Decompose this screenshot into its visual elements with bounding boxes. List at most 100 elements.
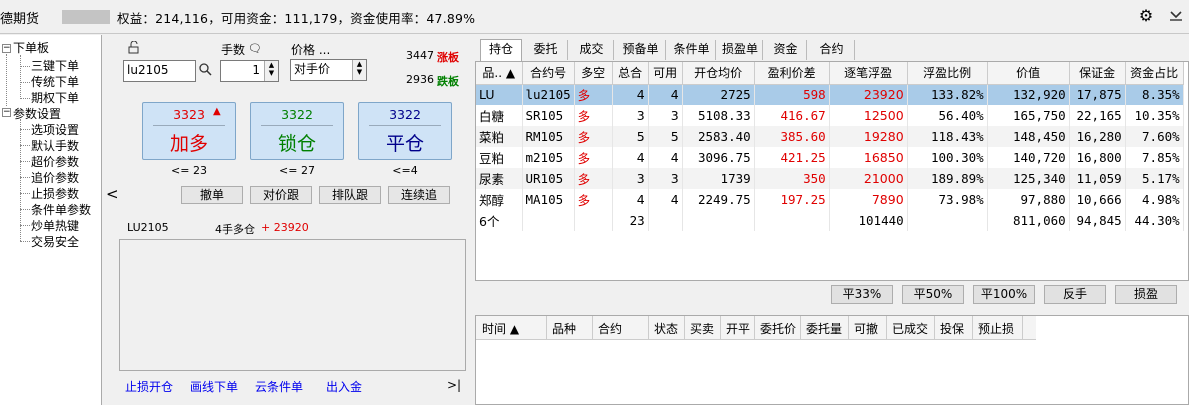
comment-icon[interactable]: 🗨 bbox=[248, 42, 262, 55]
tree-item-default-lots[interactable]: 默认手数 bbox=[31, 137, 79, 154]
cloud-condition-link[interactable]: 云条件单 bbox=[255, 378, 303, 395]
stop-profit-button[interactable]: 损盈 bbox=[1115, 285, 1177, 304]
follow-queue-button[interactable]: 排队跟 bbox=[319, 186, 381, 204]
table-cell: 416.67 bbox=[754, 105, 830, 126]
tree-item-overprice-params[interactable]: 超价参数 bbox=[31, 153, 79, 170]
orders-column-header[interactable]: 状态 bbox=[654, 320, 678, 337]
stoploss-open-link[interactable]: 止损开仓 bbox=[125, 378, 173, 395]
chevron-down-icon[interactable] bbox=[1166, 6, 1186, 26]
tree-item-three-key-order[interactable]: 三键下单 bbox=[31, 57, 79, 74]
orders-column-header[interactable]: 买卖 bbox=[690, 320, 714, 337]
column-header[interactable]: 资金占比 bbox=[1125, 62, 1184, 85]
table-cell: 165,750 bbox=[987, 105, 1070, 126]
price-stepper[interactable]: ▲ ▼ bbox=[352, 60, 366, 80]
table-cell: 21000 bbox=[829, 168, 908, 189]
tab-orders[interactable]: 委托 bbox=[524, 40, 568, 60]
total-cell bbox=[648, 210, 683, 231]
table-cell: 12500 bbox=[829, 105, 908, 126]
table-row[interactable]: 豆粕 m2105 多 4 4 3096.75 421.25 16850 100.30% 140,7… bbox=[476, 147, 1184, 168]
reverse-button[interactable]: 反手 bbox=[1044, 285, 1106, 304]
column-header[interactable]: 品.. ▲ bbox=[476, 62, 523, 85]
table-row[interactable]: 菜粕 RM105 多 5 5 2583.40 385.60 19280 118.43% 148,4… bbox=[476, 126, 1184, 147]
table-cell: 16,800 bbox=[1069, 147, 1126, 168]
table-row[interactable]: LU lu2105 多 4 4 2725 598 23920 133.82% 132,920 17,… bbox=[476, 84, 1184, 105]
orders-column-header[interactable]: 委托量 bbox=[806, 320, 842, 337]
total-cell bbox=[907, 210, 988, 231]
tree-item-condition-params[interactable]: 条件单参数 bbox=[31, 201, 91, 218]
total-row: 6个 23 101440 811,060 94,845 44.30% bbox=[476, 210, 1184, 231]
tab-funds[interactable]: 资金 bbox=[765, 40, 807, 60]
collapse-left-icon[interactable]: < bbox=[106, 185, 119, 203]
orders-column-header[interactable]: 投保 bbox=[940, 320, 964, 337]
lock-position-button[interactable]: 3322 锁仓 bbox=[250, 102, 344, 160]
close-50-button[interactable]: 平50% bbox=[902, 285, 964, 304]
lock-icon[interactable] bbox=[127, 40, 141, 57]
column-header[interactable]: 逐笔浮盈 bbox=[829, 62, 908, 85]
funds-transfer-link[interactable]: 出入金 bbox=[326, 378, 362, 395]
column-header[interactable]: 多空 bbox=[574, 62, 613, 85]
tree-item-option-order[interactable]: 期权下单 bbox=[31, 89, 79, 106]
continuous-chase-button[interactable]: 连续追 bbox=[388, 186, 450, 204]
orders-column-header[interactable]: 时间 ▲ bbox=[482, 320, 519, 337]
orders-column-header[interactable]: 合约 bbox=[598, 320, 622, 337]
orders-column-header[interactable]: 开平 bbox=[726, 320, 750, 337]
column-header[interactable]: 保证金 bbox=[1069, 62, 1126, 85]
collapse-toggle-icon[interactable]: − bbox=[2, 44, 11, 53]
column-header[interactable]: 价值 bbox=[987, 62, 1070, 85]
column-header[interactable]: 合约号 bbox=[522, 62, 575, 85]
close-100-button[interactable]: 平100% bbox=[973, 285, 1035, 304]
table-cell: 5108.33 bbox=[682, 105, 755, 126]
add-long-button[interactable]: 3323 ▲ 加多 bbox=[142, 102, 236, 160]
follow-opposite-button[interactable]: 对价跟 bbox=[250, 186, 312, 204]
orders-column-header[interactable]: 已成交 bbox=[892, 320, 928, 337]
table-row[interactable]: 尿素 UR105 多 3 3 1739 350 21000 189.89% 125,340 11,0… bbox=[476, 168, 1184, 189]
table-cell: 多 bbox=[574, 168, 613, 189]
app-title: 德期货 bbox=[0, 12, 40, 27]
table-cell: 148,450 bbox=[987, 126, 1070, 147]
tree-item-hotkeys[interactable]: 炒单热键 bbox=[31, 217, 79, 234]
collapse-toggle-icon[interactable]: − bbox=[2, 108, 11, 117]
tree-item-options[interactable]: 选项设置 bbox=[31, 121, 79, 138]
table-cell: 3 bbox=[612, 168, 649, 189]
gear-icon[interactable]: ⚙ bbox=[1136, 6, 1156, 26]
tab-contracts[interactable]: 合约 bbox=[809, 40, 855, 60]
column-header[interactable]: 总合 bbox=[612, 62, 649, 85]
lots-stepper[interactable]: ▲ ▼ bbox=[264, 61, 278, 81]
tab-stop-profit[interactable]: 损盈单 bbox=[718, 40, 763, 60]
column-header[interactable]: 可用 bbox=[648, 62, 683, 85]
table-cell: 多 bbox=[574, 126, 613, 147]
table-row[interactable]: 郑醇 MA105 多 4 4 2249.75 197.25 7890 73.98% 97,880 1… bbox=[476, 189, 1184, 210]
draw-line-order-link[interactable]: 画线下单 bbox=[190, 378, 238, 395]
tab-conditional[interactable]: 条件单 bbox=[668, 40, 716, 60]
orders-column-header[interactable]: 预止损 bbox=[978, 320, 1014, 337]
column-header[interactable]: 开仓均价 bbox=[682, 62, 755, 85]
column-header[interactable]: 浮盈比例 bbox=[907, 62, 988, 85]
close-label: 平仓 bbox=[385, 133, 424, 155]
close-33-button[interactable]: 平33% bbox=[831, 285, 893, 304]
orders-column-header[interactable]: 可撤 bbox=[854, 320, 878, 337]
order-panel: 手数 🗨 价格 ... lu2105 1 ▲ ▼ 对手价 ▲ ▼ 3447 涨板 2… bbox=[103, 35, 473, 405]
search-icon[interactable] bbox=[199, 63, 212, 80]
tree-item-trade-security[interactable]: 交易安全 bbox=[31, 233, 79, 250]
add-long-label: 加多 bbox=[169, 133, 208, 155]
lock-price: 3322 bbox=[281, 107, 313, 122]
table-cell: 598 bbox=[754, 84, 830, 105]
tab-positions[interactable]: 持仓 bbox=[480, 39, 522, 61]
orders-column-header[interactable]: 品种 bbox=[552, 320, 576, 337]
price-label[interactable]: 价格 ... bbox=[291, 41, 330, 58]
contract-input[interactable]: lu2105 bbox=[123, 60, 196, 82]
tab-trades[interactable]: 成交 bbox=[570, 40, 614, 60]
tree-item-stoploss-params[interactable]: 止损参数 bbox=[31, 185, 79, 202]
cancel-order-button[interactable]: 撤单 bbox=[181, 186, 243, 204]
table-cell: 7890 bbox=[829, 189, 908, 210]
scroll-end-icon[interactable]: >| bbox=[447, 378, 461, 392]
table-cell: 7.85% bbox=[1125, 147, 1184, 168]
orders-column-header[interactable]: 委托价 bbox=[760, 320, 796, 337]
tab-pre-orders[interactable]: 预备单 bbox=[616, 40, 666, 60]
tree-group-order-board[interactable]: 下单板 bbox=[13, 39, 49, 56]
tree-item-chase-params[interactable]: 追价参数 bbox=[31, 169, 79, 186]
table-row[interactable]: 白糖 SR105 多 3 3 5108.33 416.67 12500 56.40% 165,75… bbox=[476, 105, 1184, 126]
close-position-button[interactable]: 3322 平仓 bbox=[358, 102, 452, 160]
tree-item-classic-order[interactable]: 传统下单 bbox=[31, 73, 79, 90]
column-header[interactable]: 盈利价差 bbox=[754, 62, 830, 85]
